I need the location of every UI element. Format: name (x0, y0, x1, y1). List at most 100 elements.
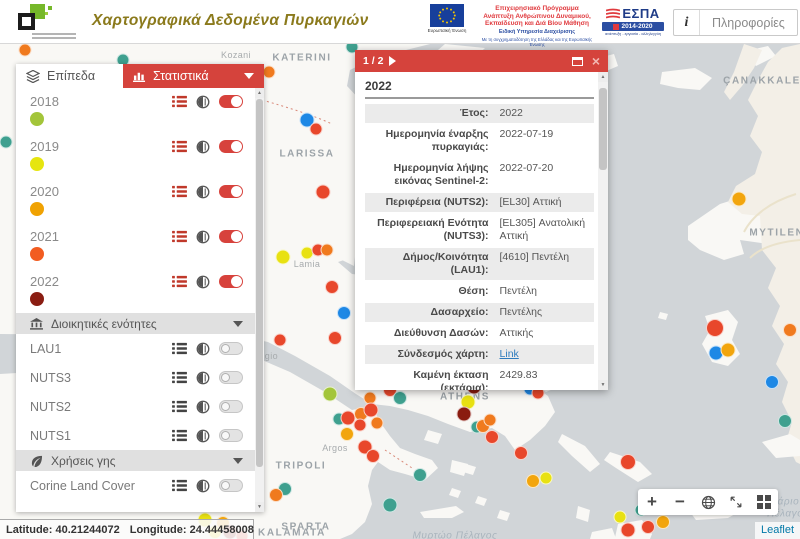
fire-dot[interactable] (337, 306, 351, 320)
scrollbar-thumb[interactable] (256, 99, 263, 467)
fire-dot[interactable] (316, 185, 331, 200)
popup-row: Έτος: 2022 (365, 104, 594, 123)
zoom-out-button[interactable]: − (666, 489, 694, 515)
layer-toggle[interactable] (219, 342, 243, 355)
maximize-icon[interactable] (572, 57, 583, 66)
opacity-icon[interactable] (196, 429, 210, 443)
fire-dot[interactable] (371, 417, 384, 430)
scroll-down-icon[interactable]: ▼ (255, 502, 264, 512)
opacity-icon[interactable] (196, 371, 210, 385)
fire-dot[interactable] (514, 446, 528, 460)
fire-dot[interactable] (321, 244, 334, 257)
map-link[interactable]: Link (500, 348, 519, 360)
fire-dot[interactable] (263, 66, 276, 79)
fullscreen-button[interactable] (722, 489, 750, 515)
opacity-icon[interactable] (196, 95, 210, 109)
chart-icon (133, 70, 146, 82)
opacity-icon[interactable] (196, 342, 210, 356)
layer-toggle[interactable] (219, 429, 243, 442)
legend-list-icon[interactable] (172, 140, 187, 153)
next-feature-icon[interactable] (389, 56, 396, 66)
opacity-icon[interactable] (196, 230, 210, 244)
fire-dot[interactable] (354, 419, 367, 432)
layers-list: 2018 2019 2020 2021 2022 (16, 88, 255, 512)
legend-list-icon[interactable] (172, 230, 187, 243)
fire-dot[interactable] (457, 407, 472, 422)
legend-list-icon[interactable] (172, 185, 187, 198)
fire-dot[interactable] (364, 403, 379, 418)
legend-list-icon[interactable] (172, 400, 187, 413)
layer-toggle[interactable] (219, 275, 243, 288)
fire-dot[interactable] (393, 391, 407, 405)
fire-dot[interactable] (526, 474, 540, 488)
legend-list-icon[interactable] (172, 429, 187, 442)
scroll-up-icon[interactable]: ▲ (255, 88, 264, 98)
fire-dot[interactable] (765, 375, 779, 389)
grid-layers-button[interactable] (750, 489, 778, 515)
leaflet-attribution[interactable]: Leaflet (755, 522, 800, 539)
fire-dot[interactable] (325, 280, 339, 294)
layer-toggle[interactable] (219, 185, 243, 198)
popup-row: Ημερομηνία λήψης εικόνας Sentinel-2: 202… (365, 159, 594, 191)
fire-dot[interactable] (778, 414, 792, 428)
layer-toggle[interactable] (219, 140, 243, 153)
fire-dot[interactable] (383, 498, 398, 513)
fire-dot[interactable] (641, 520, 655, 534)
fire-dot[interactable] (656, 515, 670, 529)
popup-scrollbar[interactable]: ▲ ▼ (598, 72, 608, 390)
globe-button[interactable] (694, 489, 722, 515)
layer-toggle[interactable] (219, 400, 243, 413)
fire-dot[interactable] (485, 430, 499, 444)
layer-label: NUTS2 (30, 400, 71, 414)
layer-toggle[interactable] (219, 95, 243, 108)
fire-dot[interactable] (540, 472, 553, 485)
fire-dot[interactable] (614, 511, 627, 524)
popup-title: 2022 (365, 79, 594, 93)
layer-toggle[interactable] (219, 479, 243, 492)
zoom-in-button[interactable]: + (638, 489, 666, 515)
scroll-up-icon[interactable]: ▲ (598, 72, 608, 82)
popup-row: Σύνδεσμός χάρτη: Link (365, 345, 594, 364)
fire-dot[interactable] (732, 192, 747, 207)
layer-toggle[interactable] (219, 230, 243, 243)
layer-row-NUTS1: NUTS1 (16, 421, 255, 450)
sidebar-scrollbar[interactable]: ▲ ▼ (255, 88, 264, 512)
fire-dot[interactable] (0, 136, 13, 149)
legend-list-icon[interactable] (172, 371, 187, 384)
layer-toggle[interactable] (219, 371, 243, 384)
scroll-down-icon[interactable]: ▼ (598, 380, 608, 390)
fire-dot[interactable] (19, 44, 32, 57)
fire-dot[interactable] (706, 319, 724, 337)
fire-dot[interactable] (621, 523, 636, 538)
fire-dot[interactable] (310, 123, 323, 136)
opacity-icon[interactable] (196, 185, 210, 199)
fire-dot[interactable] (413, 468, 427, 482)
opacity-icon[interactable] (196, 479, 210, 493)
info-button[interactable]: i Πληροφορίες (673, 9, 798, 36)
tab-statistics[interactable]: Στατιστικά (123, 64, 264, 88)
fire-dot[interactable] (783, 323, 797, 337)
scrollbar-thumb[interactable] (599, 88, 607, 170)
fire-dot[interactable] (328, 331, 342, 345)
fire-dot[interactable] (340, 427, 354, 441)
close-icon[interactable]: × (592, 54, 600, 68)
fire-dot[interactable] (484, 414, 497, 427)
fire-dot[interactable] (323, 387, 338, 402)
fire-dot[interactable] (366, 449, 380, 463)
feature-popup: 1 / 2 × 2022 Έτος: 2022 Ημερομηνία έναρξ… (355, 50, 608, 390)
fire-dot[interactable] (274, 334, 287, 347)
fire-dot[interactable] (269, 488, 283, 502)
legend-list-icon[interactable] (172, 479, 187, 492)
tab-layers[interactable]: Επίπεδα (16, 64, 123, 88)
section-landuse[interactable]: Χρήσεις γης (16, 450, 255, 471)
fire-dot[interactable] (620, 454, 636, 470)
legend-list-icon[interactable] (172, 95, 187, 108)
fire-dot[interactable] (276, 250, 291, 265)
legend-list-icon[interactable] (172, 342, 187, 355)
opacity-icon[interactable] (196, 400, 210, 414)
opacity-icon[interactable] (196, 275, 210, 289)
fire-dot[interactable] (721, 343, 736, 358)
section-admin-units[interactable]: Διοικητικές ενότητες (16, 313, 255, 334)
legend-list-icon[interactable] (172, 275, 187, 288)
opacity-icon[interactable] (196, 140, 210, 154)
